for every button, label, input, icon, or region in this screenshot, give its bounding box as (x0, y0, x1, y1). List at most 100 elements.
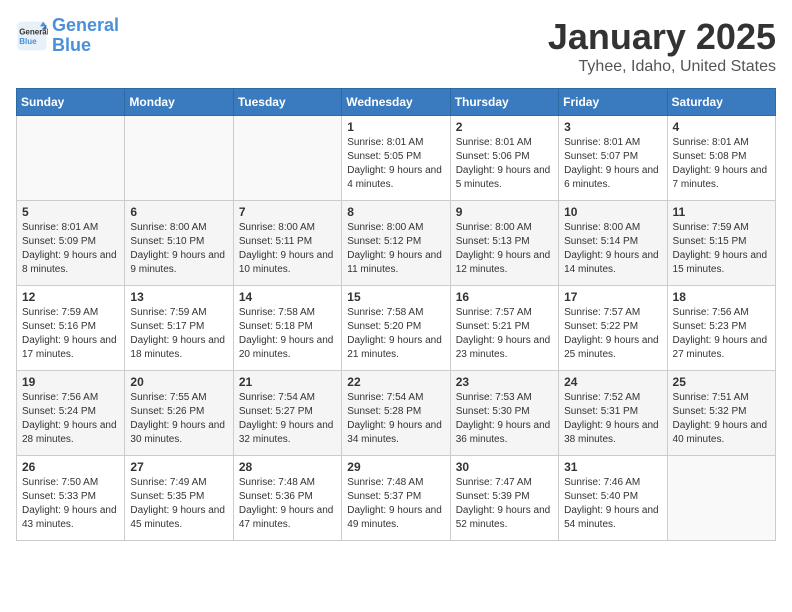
calendar-cell: 14 Sunrise: 7:58 AM Sunset: 5:18 PM Dayli… (233, 286, 341, 371)
calendar-cell: 1 Sunrise: 8:01 AM Sunset: 5:05 PM Daylig… (342, 116, 450, 201)
calendar-cell: 16 Sunrise: 7:57 AM Sunset: 5:21 PM Dayli… (450, 286, 558, 371)
calendar-cell: 23 Sunrise: 7:53 AM Sunset: 5:30 PM Dayli… (450, 371, 558, 456)
day-info: Sunrise: 8:01 AM Sunset: 5:08 PM Dayligh… (673, 136, 770, 192)
header-cell-saturday: Saturday (667, 89, 775, 116)
calendar-header: SundayMondayTuesdayWednesdayThursdayFrid… (17, 89, 776, 116)
day-number: 25 (673, 375, 770, 389)
header-cell-thursday: Thursday (450, 89, 558, 116)
header-cell-friday: Friday (559, 89, 667, 116)
day-number: 17 (564, 290, 661, 304)
day-number: 19 (22, 375, 119, 389)
calendar-cell: 4 Sunrise: 8:01 AM Sunset: 5:08 PM Daylig… (667, 116, 775, 201)
day-number: 9 (456, 205, 553, 219)
calendar-cell: 26 Sunrise: 7:50 AM Sunset: 5:33 PM Dayli… (17, 456, 125, 541)
page-header: General Blue General Blue January 2025 T… (16, 16, 776, 76)
calendar-cell: 30 Sunrise: 7:47 AM Sunset: 5:39 PM Dayli… (450, 456, 558, 541)
day-number: 10 (564, 205, 661, 219)
day-info: Sunrise: 7:56 AM Sunset: 5:23 PM Dayligh… (673, 306, 770, 362)
day-info: Sunrise: 7:54 AM Sunset: 5:27 PM Dayligh… (239, 391, 336, 447)
calendar-cell: 15Sunrise: 7:58 AM Sunset: 5:20 PM Dayli… (342, 286, 450, 371)
calendar-cell: 22 Sunrise: 7:54 AM Sunset: 5:28 PM Dayli… (342, 371, 450, 456)
day-number: 2 (456, 120, 553, 134)
calendar-cell: 19Sunrise: 7:56 AM Sunset: 5:24 PM Dayli… (17, 371, 125, 456)
calendar-cell: 9 Sunrise: 8:00 AM Sunset: 5:13 PM Daylig… (450, 201, 558, 286)
day-number: 24 (564, 375, 661, 389)
calendar-cell: 7Sunrise: 8:00 AM Sunset: 5:11 PM Daylig… (233, 201, 341, 286)
day-number: 6 (130, 205, 227, 219)
svg-text:Blue: Blue (19, 37, 37, 46)
calendar-week-5: 26 Sunrise: 7:50 AM Sunset: 5:33 PM Dayli… (17, 456, 776, 541)
day-number: 12 (22, 290, 119, 304)
calendar-cell: 21 Sunrise: 7:54 AM Sunset: 5:27 PM Dayli… (233, 371, 341, 456)
day-number: 3 (564, 120, 661, 134)
day-number: 22 (347, 375, 444, 389)
logo-icon: General Blue (16, 20, 48, 52)
calendar-cell: 11 Sunrise: 7:59 AM Sunset: 5:15 PM Dayli… (667, 201, 775, 286)
day-info: Sunrise: 7:52 AM Sunset: 5:31 PM Dayligh… (564, 391, 661, 447)
day-info: Sunrise: 8:01 AM Sunset: 5:06 PM Dayligh… (456, 136, 553, 192)
calendar-cell: 24 Sunrise: 7:52 AM Sunset: 5:31 PM Dayli… (559, 371, 667, 456)
calendar-title: January 2025 (548, 16, 776, 58)
day-number: 23 (456, 375, 553, 389)
day-info: Sunrise: 8:01 AM Sunset: 5:09 PM Dayligh… (22, 221, 119, 277)
day-info: Sunrise: 7:54 AM Sunset: 5:28 PM Dayligh… (347, 391, 444, 447)
calendar-week-3: 12Sunrise: 7:59 AM Sunset: 5:16 PM Dayli… (17, 286, 776, 371)
day-info: Sunrise: 7:53 AM Sunset: 5:30 PM Dayligh… (456, 391, 553, 447)
day-info: Sunrise: 7:46 AM Sunset: 5:40 PM Dayligh… (564, 476, 661, 532)
calendar-cell: 3 Sunrise: 8:01 AM Sunset: 5:07 PM Daylig… (559, 116, 667, 201)
header-cell-monday: Monday (125, 89, 233, 116)
day-number: 21 (239, 375, 336, 389)
day-info: Sunrise: 7:50 AM Sunset: 5:33 PM Dayligh… (22, 476, 119, 532)
day-number: 8 (347, 205, 444, 219)
day-info: Sunrise: 7:59 AM Sunset: 5:15 PM Dayligh… (673, 221, 770, 277)
day-info: Sunrise: 7:55 AM Sunset: 5:26 PM Dayligh… (130, 391, 227, 447)
header-cell-tuesday: Tuesday (233, 89, 341, 116)
calendar-cell: 29 Sunrise: 7:48 AM Sunset: 5:37 PM Dayli… (342, 456, 450, 541)
day-info: Sunrise: 7:59 AM Sunset: 5:17 PM Dayligh… (130, 306, 227, 362)
calendar-cell: 10 Sunrise: 8:00 AM Sunset: 5:14 PM Dayli… (559, 201, 667, 286)
calendar-subtitle: Tyhee, Idaho, United States (548, 58, 776, 76)
calendar-cell (17, 116, 125, 201)
calendar-cell: 17Sunrise: 7:57 AM Sunset: 5:22 PM Dayli… (559, 286, 667, 371)
day-number: 1 (347, 120, 444, 134)
calendar-cell: 12Sunrise: 7:59 AM Sunset: 5:16 PM Dayli… (17, 286, 125, 371)
day-info: Sunrise: 7:57 AM Sunset: 5:21 PM Dayligh… (456, 306, 553, 362)
day-number: 28 (239, 460, 336, 474)
calendar-table: SundayMondayTuesdayWednesdayThursdayFrid… (16, 88, 776, 541)
calendar-cell: 5Sunrise: 8:01 AM Sunset: 5:09 PM Daylig… (17, 201, 125, 286)
day-info: Sunrise: 7:58 AM Sunset: 5:18 PM Dayligh… (239, 306, 336, 362)
day-number: 14 (239, 290, 336, 304)
calendar-week-1: 1 Sunrise: 8:01 AM Sunset: 5:05 PM Daylig… (17, 116, 776, 201)
day-number: 26 (22, 460, 119, 474)
day-number: 29 (347, 460, 444, 474)
calendar-cell: 2 Sunrise: 8:01 AM Sunset: 5:06 PM Daylig… (450, 116, 558, 201)
calendar-cell: 27Sunrise: 7:49 AM Sunset: 5:35 PM Dayli… (125, 456, 233, 541)
calendar-body: 1 Sunrise: 8:01 AM Sunset: 5:05 PM Daylig… (17, 116, 776, 541)
header-cell-wednesday: Wednesday (342, 89, 450, 116)
calendar-cell: 20Sunrise: 7:55 AM Sunset: 5:26 PM Dayli… (125, 371, 233, 456)
day-number: 11 (673, 205, 770, 219)
day-info: Sunrise: 7:47 AM Sunset: 5:39 PM Dayligh… (456, 476, 553, 532)
day-number: 31 (564, 460, 661, 474)
calendar-week-4: 19Sunrise: 7:56 AM Sunset: 5:24 PM Dayli… (17, 371, 776, 456)
calendar-cell (233, 116, 341, 201)
calendar-cell (125, 116, 233, 201)
day-info: Sunrise: 8:01 AM Sunset: 5:07 PM Dayligh… (564, 136, 661, 192)
day-number: 16 (456, 290, 553, 304)
day-info: Sunrise: 7:48 AM Sunset: 5:36 PM Dayligh… (239, 476, 336, 532)
logo-text: General Blue (52, 16, 119, 56)
day-number: 27 (130, 460, 227, 474)
day-info: Sunrise: 8:01 AM Sunset: 5:05 PM Dayligh… (347, 136, 444, 192)
calendar-cell (667, 456, 775, 541)
day-number: 13 (130, 290, 227, 304)
day-info: Sunrise: 8:00 AM Sunset: 5:14 PM Dayligh… (564, 221, 661, 277)
calendar-cell: 18Sunrise: 7:56 AM Sunset: 5:23 PM Dayli… (667, 286, 775, 371)
day-number: 4 (673, 120, 770, 134)
day-number: 15 (347, 290, 444, 304)
day-info: Sunrise: 7:48 AM Sunset: 5:37 PM Dayligh… (347, 476, 444, 532)
day-number: 30 (456, 460, 553, 474)
calendar-cell: 31 Sunrise: 7:46 AM Sunset: 5:40 PM Dayli… (559, 456, 667, 541)
calendar-cell: 28 Sunrise: 7:48 AM Sunset: 5:36 PM Dayli… (233, 456, 341, 541)
logo-line1: General (52, 15, 119, 35)
day-info: Sunrise: 8:00 AM Sunset: 5:13 PM Dayligh… (456, 221, 553, 277)
